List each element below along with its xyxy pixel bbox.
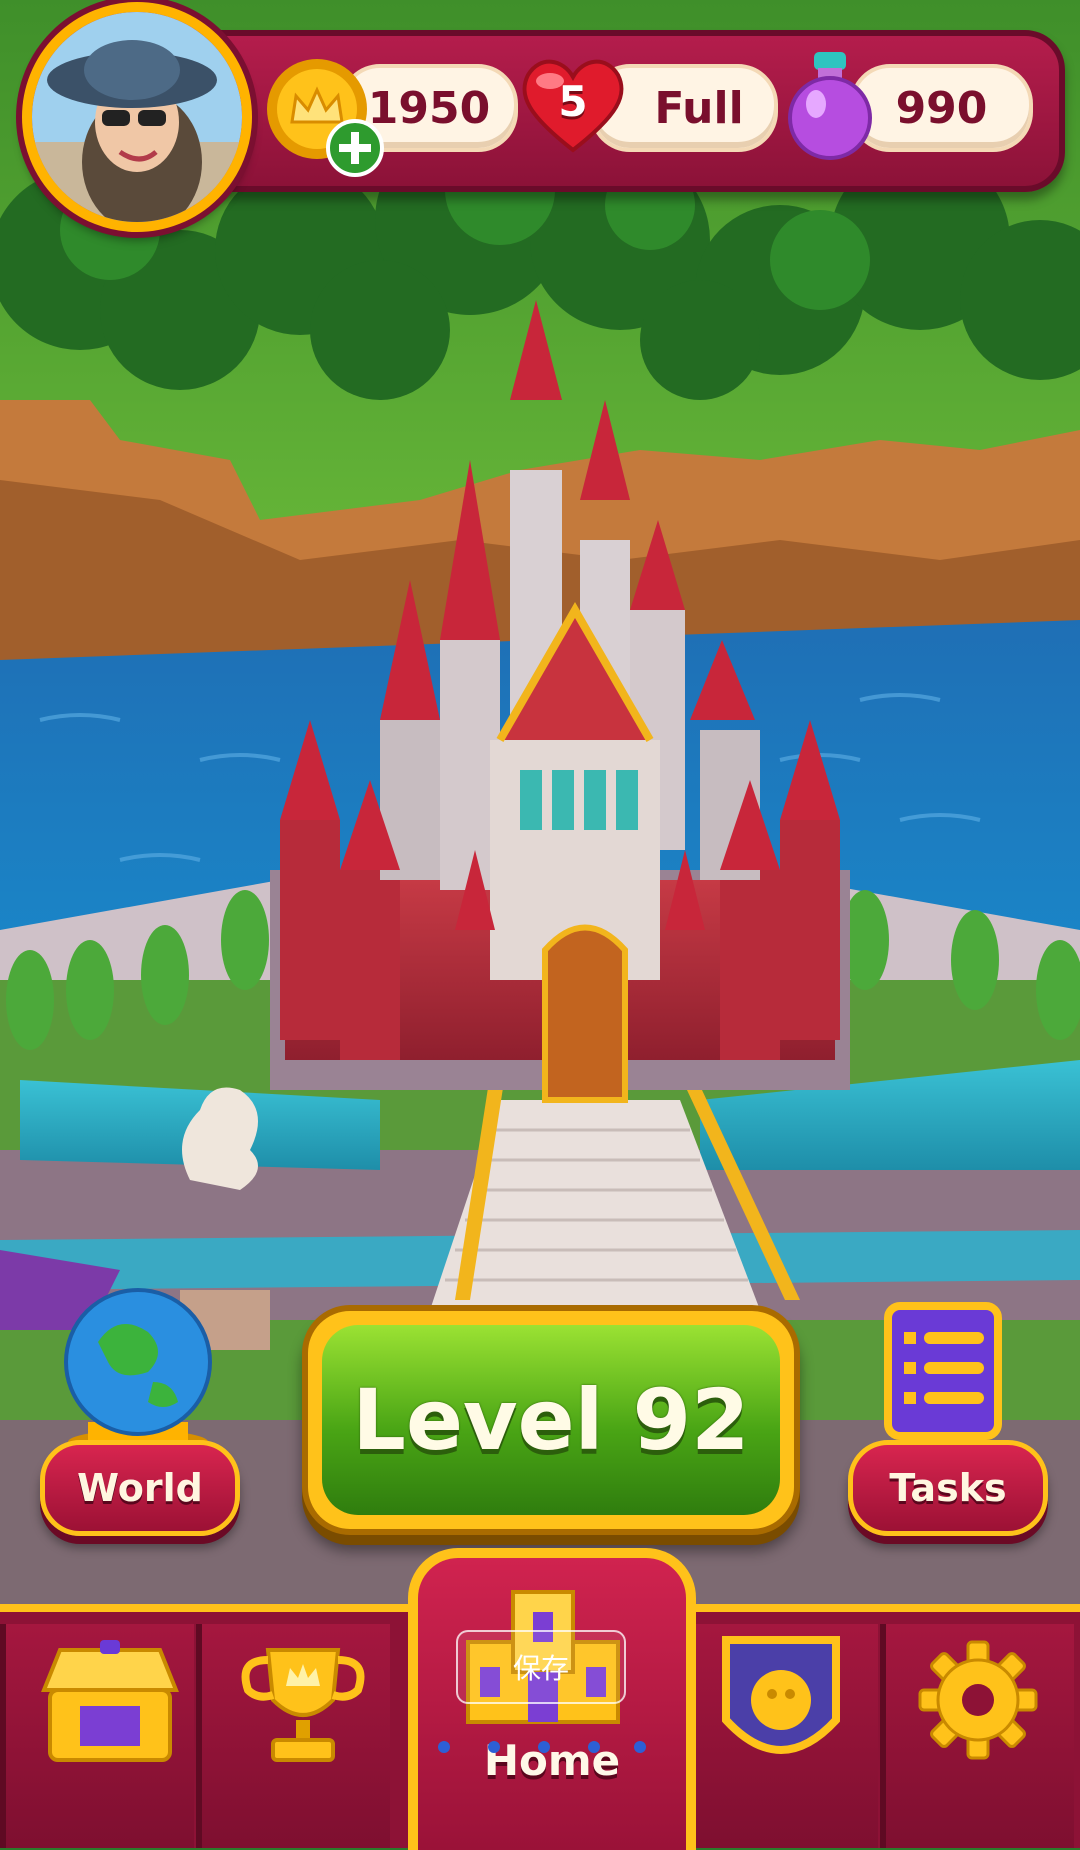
globe-icon [64, 1288, 212, 1452]
tasks-label: Tasks [889, 1466, 1007, 1510]
play-level-button[interactable]: Level 92 [302, 1305, 800, 1535]
potion-icon [788, 52, 872, 160]
heart-icon[interactable]: 5 [518, 55, 628, 155]
lives-status: Full [654, 82, 744, 134]
shop-icon [41, 1640, 179, 1762]
add-coins-icon[interactable] [325, 118, 385, 178]
save-overlay-button[interactable]: 保存 [456, 1630, 626, 1704]
world-button[interactable]: World [40, 1440, 240, 1536]
world-label: World [77, 1466, 203, 1510]
page-dot [538, 1741, 550, 1753]
tasks-button[interactable]: Tasks [848, 1440, 1048, 1536]
page-dot [588, 1741, 600, 1753]
team-shield-icon [722, 1636, 840, 1754]
save-label: 保存 [512, 1652, 569, 1685]
coins-value: 1950 [367, 82, 491, 134]
potion-value: 990 [895, 82, 988, 134]
level-label: Level 92 [322, 1325, 780, 1515]
trophy-icon [241, 1648, 365, 1762]
page-indicator [438, 1741, 648, 1755]
page-dot [488, 1741, 500, 1753]
lives-count: 5 [558, 77, 588, 126]
page-dot [438, 1741, 450, 1753]
player-avatar[interactable] [22, 2, 252, 232]
gear-icon [918, 1640, 1038, 1760]
page-dot [634, 1741, 646, 1753]
scroll-icon [884, 1302, 1002, 1440]
avatar-photo-icon [32, 12, 242, 222]
